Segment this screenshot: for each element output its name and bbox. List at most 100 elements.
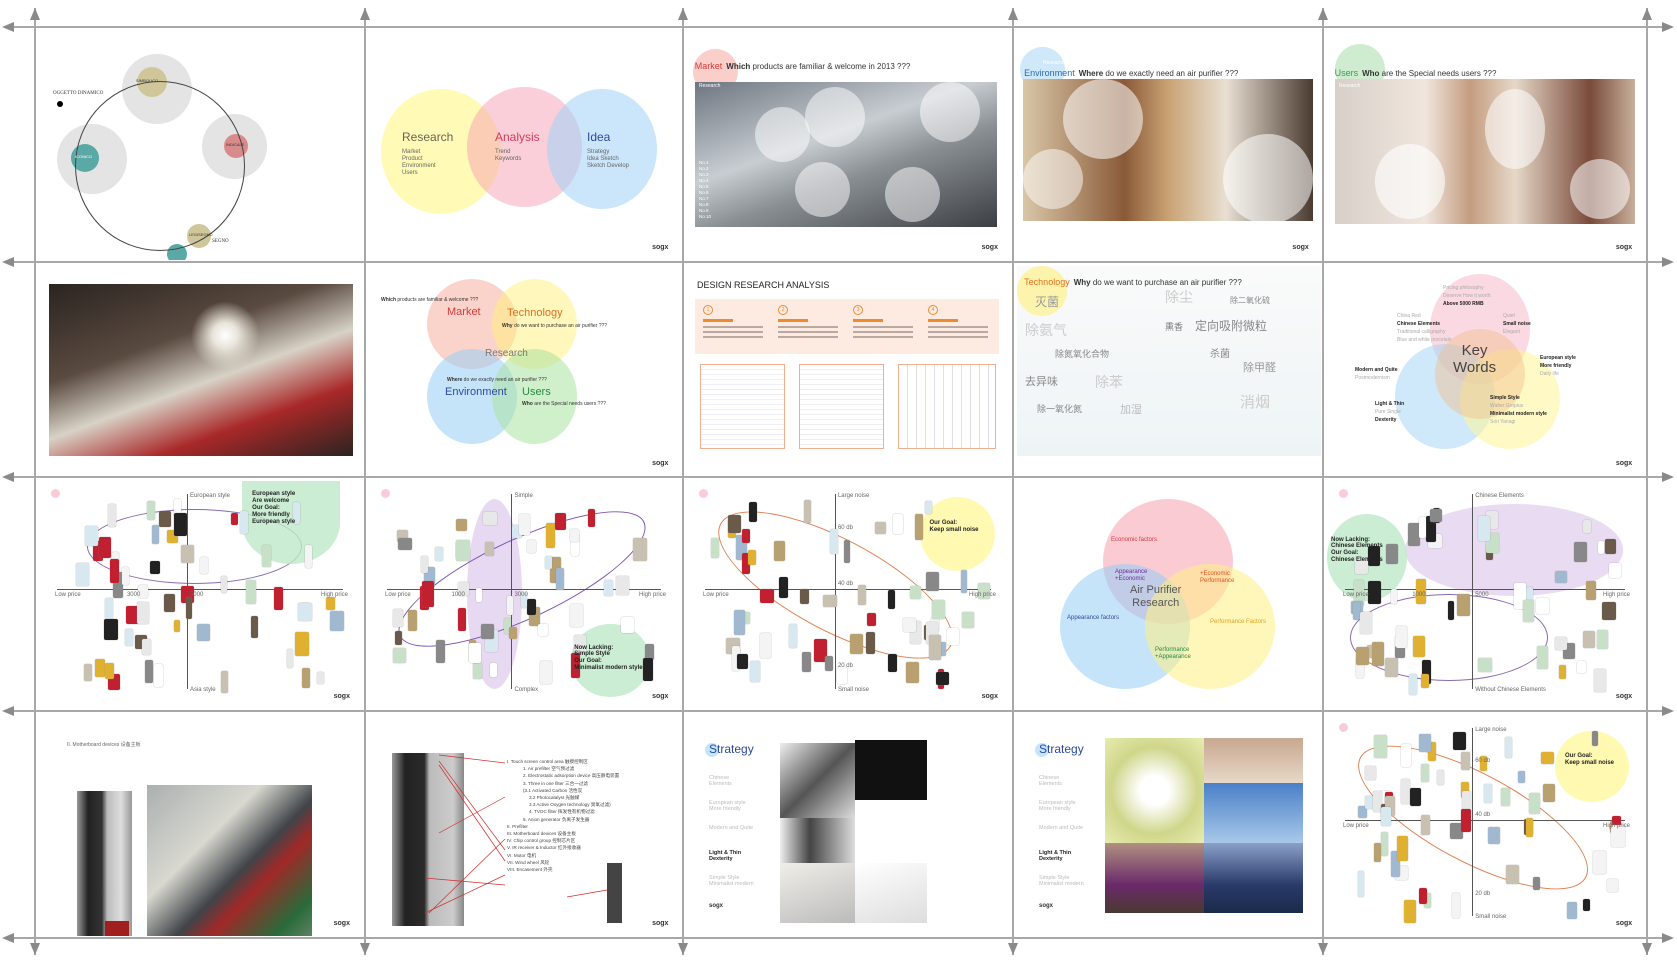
product-thumbnail — [760, 632, 772, 658]
goal-note: Our Goal: Keep small noise — [929, 520, 979, 534]
venn-research: Research — [485, 348, 528, 359]
slide-research-quadrant[interactable]: Which products are familiar & welcome ??… — [367, 264, 681, 475]
product-thumbnail — [849, 634, 863, 655]
tick-label: 20 db — [1475, 891, 1491, 898]
slide-scatter-simple[interactable]: Simple Complex Low price High price 1000 3000… — [367, 479, 681, 709]
slide-title: DESIGN RESEARCH ANALYSIS — [697, 280, 830, 290]
product-thumbnail — [946, 627, 959, 646]
product-thumbnail — [110, 558, 120, 583]
arrow-icon — [1008, 943, 1018, 955]
product-thumbnail — [231, 512, 239, 525]
axis-right-label: High price — [1603, 592, 1631, 599]
goal-note: Now Lacking: Chinese Elements Our Goal: … — [1331, 536, 1383, 564]
product-thumbnail — [555, 513, 566, 531]
arrow-icon — [2, 706, 14, 716]
product-thumbnail — [960, 569, 968, 593]
product-thumbnail — [1576, 660, 1587, 673]
product-thumbnail — [741, 529, 751, 543]
product-thumbnail — [1358, 871, 1365, 898]
technology-question: do we want to purchase an air purifier ?… — [513, 323, 608, 329]
rank-item: No.10 — [699, 214, 712, 219]
slide-semiotic-diagram[interactable]: SIMBOLICO ICONICO INDICALE LEGISEGNO OGG… — [37, 29, 363, 260]
product-thumbnail — [1421, 674, 1430, 689]
step-number: 3 — [853, 305, 863, 315]
arrow-icon — [1642, 8, 1652, 20]
product-thumbnail — [83, 663, 93, 681]
step-number: 2 — [778, 305, 788, 315]
slide-research-analysis-idea[interactable]: Research Market Product Environment User… — [367, 29, 681, 260]
product-thumbnail — [1591, 731, 1598, 747]
strategy-item: Light & Thin Dexterity — [709, 850, 742, 863]
product-thumbnail — [1368, 580, 1382, 604]
product-thumbnail — [1517, 771, 1526, 784]
product-thumbnail — [147, 500, 155, 521]
product-thumbnail — [506, 595, 513, 615]
product-thumbnail — [538, 624, 548, 637]
product-thumbnail — [1543, 784, 1555, 803]
strategy-item: Modern and Quite — [1039, 825, 1084, 831]
product-thumbnail — [1390, 588, 1398, 604]
product-thumbnail — [261, 545, 271, 567]
slide-strategy-products[interactable]: Strategy Chinese Elements European style M… — [685, 713, 1011, 936]
product-thumbnail — [778, 577, 789, 598]
tech-keyword: 定向吸附微粒 — [1195, 319, 1268, 333]
axis-top-label: Large noise — [1475, 727, 1507, 733]
tick-label: 40 db — [1475, 812, 1491, 819]
product-thumbnail — [1567, 901, 1577, 920]
economic-factors: Economic factors — [1111, 537, 1158, 543]
product-thumbnail — [1365, 765, 1376, 781]
slide-motherboard[interactable]: II. Motherboard devices 设备主板 sogx — [37, 713, 363, 936]
question-bold: Which — [726, 62, 751, 72]
tech-keyword: 除尘 — [1165, 289, 1193, 305]
product-thumbnail — [136, 602, 150, 625]
product-thumbnail — [302, 667, 311, 689]
step-text-line — [853, 326, 913, 328]
question-bold: Which — [381, 297, 396, 303]
slide-design-research-analysis[interactable]: DESIGN RESEARCH ANALYSIS 1 2 3 4 — [685, 264, 1011, 475]
slide-market[interactable]: Market Which products are familiar & welc… — [685, 29, 1011, 260]
slide-team-photo[interactable] — [37, 264, 363, 475]
slide-strategy-mood[interactable]: Strategy Chinese Elements European style M… — [1015, 713, 1321, 936]
product-thumbnail — [1573, 542, 1587, 562]
slide-components[interactable]: I. Touch screen control area 触摸控制区 1. Air… — [367, 713, 681, 936]
strategy-image — [855, 740, 927, 800]
slide-scatter-european[interactable]: European style Asia style Low price High pr… — [37, 479, 363, 709]
product-thumbnail — [1609, 563, 1621, 578]
logo: sogx — [652, 920, 669, 928]
slide-air-purifier-research[interactable]: Air Purifier Research Economic factors A… — [1015, 479, 1321, 709]
question-bold: Who — [522, 401, 533, 407]
product-thumbnail — [476, 587, 483, 602]
slide-users[interactable]: Users Who are the Special needs users ???… — [1325, 29, 1645, 260]
goal-note: Now Lacking: Simple Style Our Goal: Mini… — [574, 644, 643, 672]
venn-idea: Idea — [587, 130, 611, 144]
product-thumbnail — [1602, 601, 1617, 620]
strategy-image — [780, 818, 855, 863]
product-thumbnail — [392, 608, 403, 627]
product-thumbnail — [760, 588, 774, 604]
product-thumbnail — [76, 563, 90, 586]
product-thumbnail — [1528, 793, 1541, 814]
product-thumbnail — [1429, 508, 1443, 523]
axis-left-label: Low price — [385, 592, 411, 599]
tick-label: 5000 — [1475, 592, 1489, 599]
product-thumbnail — [926, 572, 940, 592]
tech-keyword: 消烟 — [1240, 394, 1271, 411]
keyword: Quiet — [1503, 313, 1515, 319]
slide-scatter-noise[interactable]: Large noise Small noise Low price High pric… — [685, 479, 1011, 709]
keyword: Modern and Quite — [1355, 367, 1398, 373]
air-purifier-research-center: Air Purifier Research — [1130, 584, 1182, 609]
question-bold: Who — [1362, 69, 1380, 79]
keyword: Walter Gropius — [1490, 403, 1524, 409]
slide-scatter-chinese[interactable]: Chinese Elements Without Chinese Elements… — [1325, 479, 1645, 709]
slide-scatter-noise-2[interactable]: Large noise Small noise Low price High pric… — [1325, 713, 1645, 936]
tick-label: 1000 — [451, 592, 465, 599]
slide-key-words[interactable]: Key Words Pricing philosophy Deserve How … — [1325, 264, 1645, 475]
slide-technology[interactable]: Technology Why do we want to purchase an … — [1015, 264, 1321, 475]
product-thumbnail — [1451, 892, 1461, 918]
axis-right-label: High price — [1603, 823, 1631, 830]
slide-environment[interactable]: Environment Where do we exactly need an a… — [1015, 29, 1321, 260]
axis-bottom-label: Without Chinese Elements — [1475, 687, 1546, 693]
product-thumbnail — [1598, 541, 1605, 554]
x-axis — [1345, 589, 1625, 591]
market-photo: No.1 No.2 No.3 No.4 No.5 No.6 No.7 No.8 No.9 No.1… — [695, 82, 997, 227]
